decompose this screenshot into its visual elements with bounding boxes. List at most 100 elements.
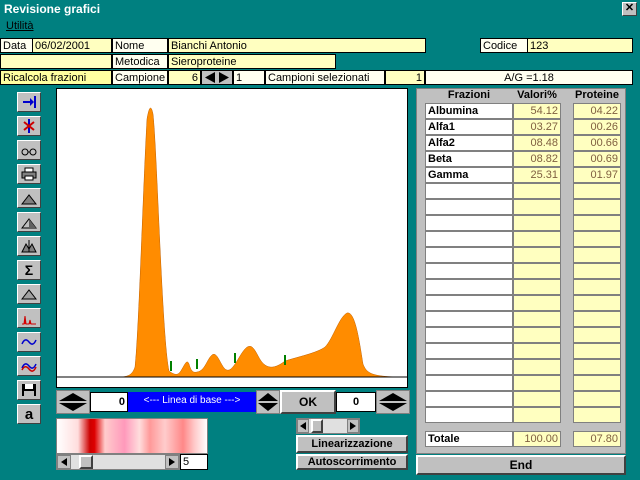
next-arrow-icon[interactable] bbox=[218, 72, 230, 83]
table-cell-proteina[interactable] bbox=[573, 247, 621, 263]
tool-glasses[interactable] bbox=[17, 140, 41, 160]
table-cell-proteina[interactable]: 01.97 bbox=[573, 167, 621, 183]
table-cell-proteina[interactable] bbox=[573, 263, 621, 279]
table-cell-proteina[interactable]: 00.66 bbox=[573, 135, 621, 151]
codice-field[interactable]: 123 bbox=[527, 38, 633, 53]
tool-area[interactable] bbox=[17, 236, 41, 256]
tool-wave-compare[interactable] bbox=[17, 356, 41, 376]
prev-arrow-icon[interactable] bbox=[204, 72, 216, 83]
linearizzazione-button[interactable]: Linearizzazione bbox=[296, 435, 408, 453]
scroll-thumb[interactable] bbox=[79, 455, 93, 469]
table-cell-valore[interactable] bbox=[513, 263, 561, 279]
table-cell-valore[interactable] bbox=[513, 327, 561, 343]
tool-peak-right[interactable] bbox=[17, 212, 41, 232]
autoscorrimento-button[interactable]: Autoscorrimento bbox=[296, 454, 408, 470]
tool-font[interactable]: a bbox=[17, 404, 41, 424]
baseline-left-value[interactable]: 0 bbox=[90, 392, 128, 412]
header-valori: Valori% bbox=[517, 89, 557, 101]
up-down-arrows-icon bbox=[379, 393, 407, 411]
lin-thumb[interactable] bbox=[311, 419, 323, 433]
table-cell-fraction: Beta bbox=[425, 151, 513, 167]
tool-triangle[interactable] bbox=[17, 284, 41, 304]
tool-sum[interactable]: Σ bbox=[17, 260, 41, 280]
baseline-right-spinner[interactable] bbox=[376, 390, 410, 414]
electrophoresis-chart[interactable] bbox=[56, 88, 408, 388]
table-cell-valore[interactable] bbox=[513, 199, 561, 215]
window-title: Revisione grafici bbox=[0, 0, 640, 18]
tool-split[interactable] bbox=[17, 116, 41, 136]
tool-save[interactable] bbox=[17, 380, 41, 400]
metodica-field[interactable]: Sieroproteine bbox=[168, 54, 336, 69]
table-cell-valore[interactable] bbox=[513, 375, 561, 391]
table-cell-valore[interactable]: 08.48 bbox=[513, 135, 561, 151]
close-button[interactable]: ✕ bbox=[622, 2, 637, 16]
table-cell-fraction: Gamma bbox=[425, 167, 513, 183]
scroll-right-button[interactable] bbox=[165, 455, 179, 469]
data-field[interactable]: 06/02/2001 bbox=[32, 38, 112, 53]
table-cell-proteina[interactable] bbox=[573, 327, 621, 343]
table-cell-proteina[interactable] bbox=[573, 407, 621, 423]
table-cell-valore[interactable]: 03.27 bbox=[513, 119, 561, 135]
campione-index: 1 bbox=[233, 70, 265, 85]
table-cell-valore[interactable] bbox=[513, 215, 561, 231]
totale-valori: 100.00 bbox=[513, 431, 561, 447]
scroll-right-icon bbox=[350, 422, 356, 430]
lin-right-button[interactable] bbox=[347, 419, 359, 433]
table-cell-valore[interactable]: 54.12 bbox=[513, 103, 561, 119]
table-cell-proteina[interactable] bbox=[573, 343, 621, 359]
baseline-right-value[interactable]: 0 bbox=[336, 392, 376, 412]
table-cell-valore[interactable] bbox=[513, 231, 561, 247]
campione-field[interactable]: 6 bbox=[168, 70, 201, 85]
scroll-left-button[interactable] bbox=[57, 455, 71, 469]
table-cell-proteina[interactable]: 00.26 bbox=[573, 119, 621, 135]
table-cell-valore[interactable] bbox=[513, 295, 561, 311]
end-button[interactable]: End bbox=[416, 455, 626, 475]
tool-move-right[interactable] bbox=[17, 92, 41, 112]
strip-scrollbar[interactable] bbox=[56, 454, 180, 470]
table-cell-proteina[interactable]: 00.69 bbox=[573, 151, 621, 167]
scroll-value: 5 bbox=[180, 454, 208, 470]
table-cell-fraction bbox=[425, 231, 513, 247]
tool-peak-left[interactable] bbox=[17, 188, 41, 208]
table-cell-fraction bbox=[425, 391, 513, 407]
table-cell-proteina[interactable] bbox=[573, 183, 621, 199]
ok-button[interactable]: OK bbox=[280, 390, 336, 414]
menu-utility[interactable]: Utilità bbox=[6, 20, 34, 32]
printer-icon bbox=[21, 167, 37, 181]
table-cell-valore[interactable] bbox=[513, 247, 561, 263]
table-cell-proteina[interactable] bbox=[573, 279, 621, 295]
table-cell-proteina[interactable] bbox=[573, 375, 621, 391]
table-cell-fraction bbox=[425, 375, 513, 391]
lin-left-button[interactable] bbox=[297, 419, 309, 433]
table-cell-valore[interactable] bbox=[513, 311, 561, 327]
table-cell-fraction: Albumina bbox=[425, 103, 513, 119]
table-cell-proteina[interactable]: 04.22 bbox=[573, 103, 621, 119]
nome-field[interactable]: Bianchi Antonio bbox=[168, 38, 426, 53]
table-cell-valore[interactable] bbox=[513, 407, 561, 423]
font-icon: a bbox=[24, 405, 34, 423]
table-cell-proteina[interactable] bbox=[573, 199, 621, 215]
table-cell-proteina[interactable] bbox=[573, 231, 621, 247]
table-cell-proteina[interactable] bbox=[573, 311, 621, 327]
table-cell-valore[interactable] bbox=[513, 391, 561, 407]
tool-wave[interactable] bbox=[17, 332, 41, 352]
ricalcola-button[interactable]: Ricalcola frazioni bbox=[0, 70, 112, 85]
tool-histogram[interactable] bbox=[17, 308, 41, 328]
linearizzazione-slider[interactable] bbox=[296, 418, 360, 434]
baseline-left-spinner[interactable] bbox=[56, 390, 90, 414]
table-cell-proteina[interactable] bbox=[573, 295, 621, 311]
table-cell-proteina[interactable] bbox=[573, 391, 621, 407]
table-cell-proteina[interactable] bbox=[573, 359, 621, 375]
table-cell-valore[interactable] bbox=[513, 359, 561, 375]
table-cell-valore[interactable]: 25.31 bbox=[513, 167, 561, 183]
table-cell-valore[interactable] bbox=[513, 343, 561, 359]
totale-label: Totale bbox=[425, 431, 513, 447]
tool-print[interactable] bbox=[17, 164, 41, 184]
table-cell-proteina[interactable] bbox=[573, 215, 621, 231]
header-proteine: Proteine bbox=[574, 89, 619, 101]
baseline-mid-spinner[interactable] bbox=[256, 390, 280, 414]
table-cell-valore[interactable] bbox=[513, 279, 561, 295]
table-cell-valore[interactable]: 08.82 bbox=[513, 151, 561, 167]
floppy-icon bbox=[22, 384, 36, 396]
table-cell-valore[interactable] bbox=[513, 183, 561, 199]
